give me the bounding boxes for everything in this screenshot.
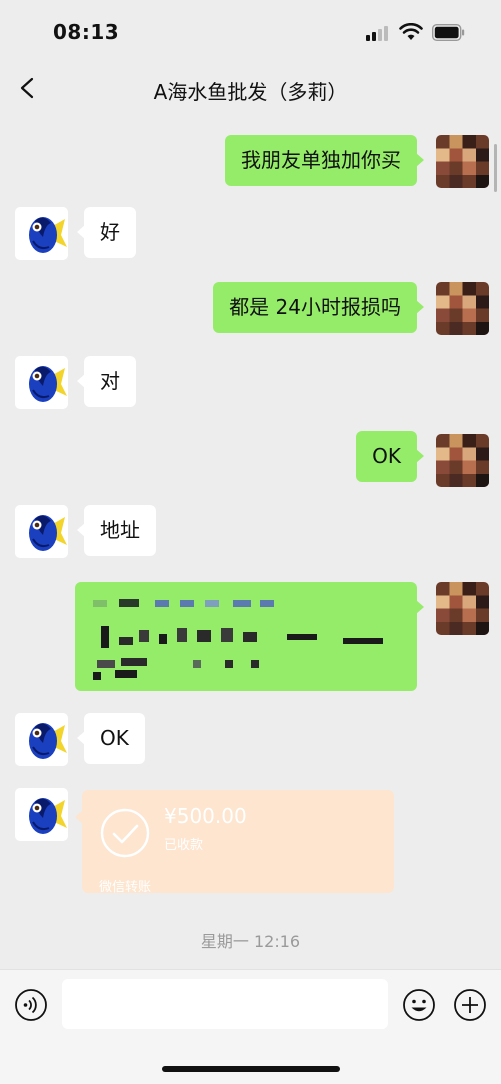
wifi-icon (399, 23, 423, 40)
contact-avatar[interactable] (15, 207, 68, 260)
contact-avatar[interactable] (15, 713, 68, 766)
message-bubble-outgoing-redacted[interactable] (75, 582, 424, 691)
message-bubble-incoming[interactable]: OK (77, 713, 145, 764)
message-list[interactable]: 我朋友单独加你买 好 都是 24小时报损吗 对 OK 地址 OK ¥500.00… (0, 114, 501, 969)
message-timestamp: 星期一 12:16 (200, 932, 301, 951)
check-circle-icon (100, 808, 150, 858)
nav-bar: A海水鱼批发（多莉） (0, 62, 501, 114)
transfer-card[interactable]: ¥500.00 已收款 微信转账 (75, 790, 394, 895)
redacted-address-pixels (93, 599, 383, 680)
contact-avatar[interactable] (15, 505, 68, 558)
scrollbar[interactable] (494, 144, 497, 192)
message-bubble-incoming[interactable]: 好 (77, 207, 136, 258)
message-bubble-incoming[interactable]: 对 (77, 356, 136, 407)
contact-avatar[interactable] (15, 788, 68, 841)
status-bar: 08:13 (0, 0, 501, 62)
message-bubble-outgoing[interactable]: 都是 24小时报损吗 (213, 282, 424, 333)
message-bubble-outgoing[interactable]: OK (356, 431, 424, 482)
emoji-icon[interactable] (402, 988, 436, 1022)
contact-avatar[interactable] (15, 356, 68, 409)
input-bar (0, 969, 501, 1084)
cellular-signal-icon (366, 25, 392, 41)
transfer-amount: ¥500.00 (164, 804, 247, 828)
chat-title: A海水鱼批发（多莉） (153, 80, 348, 104)
status-time: 08:13 (53, 20, 120, 44)
battery-icon (432, 24, 465, 41)
message-bubble-incoming[interactable]: 地址 (77, 505, 156, 556)
plus-icon[interactable] (453, 988, 487, 1022)
my-avatar[interactable] (436, 582, 489, 635)
my-avatar[interactable] (436, 135, 489, 188)
message-bubble-outgoing[interactable]: 我朋友单独加你买 (225, 135, 424, 186)
transfer-footer-label: 微信转账 (99, 880, 152, 895)
transfer-status: 已收款 (164, 838, 204, 853)
my-avatar[interactable] (436, 282, 489, 335)
home-indicator[interactable] (162, 1066, 340, 1072)
my-avatar[interactable] (436, 434, 489, 487)
voice-icon[interactable] (14, 988, 48, 1022)
message-input[interactable] (62, 979, 388, 1029)
